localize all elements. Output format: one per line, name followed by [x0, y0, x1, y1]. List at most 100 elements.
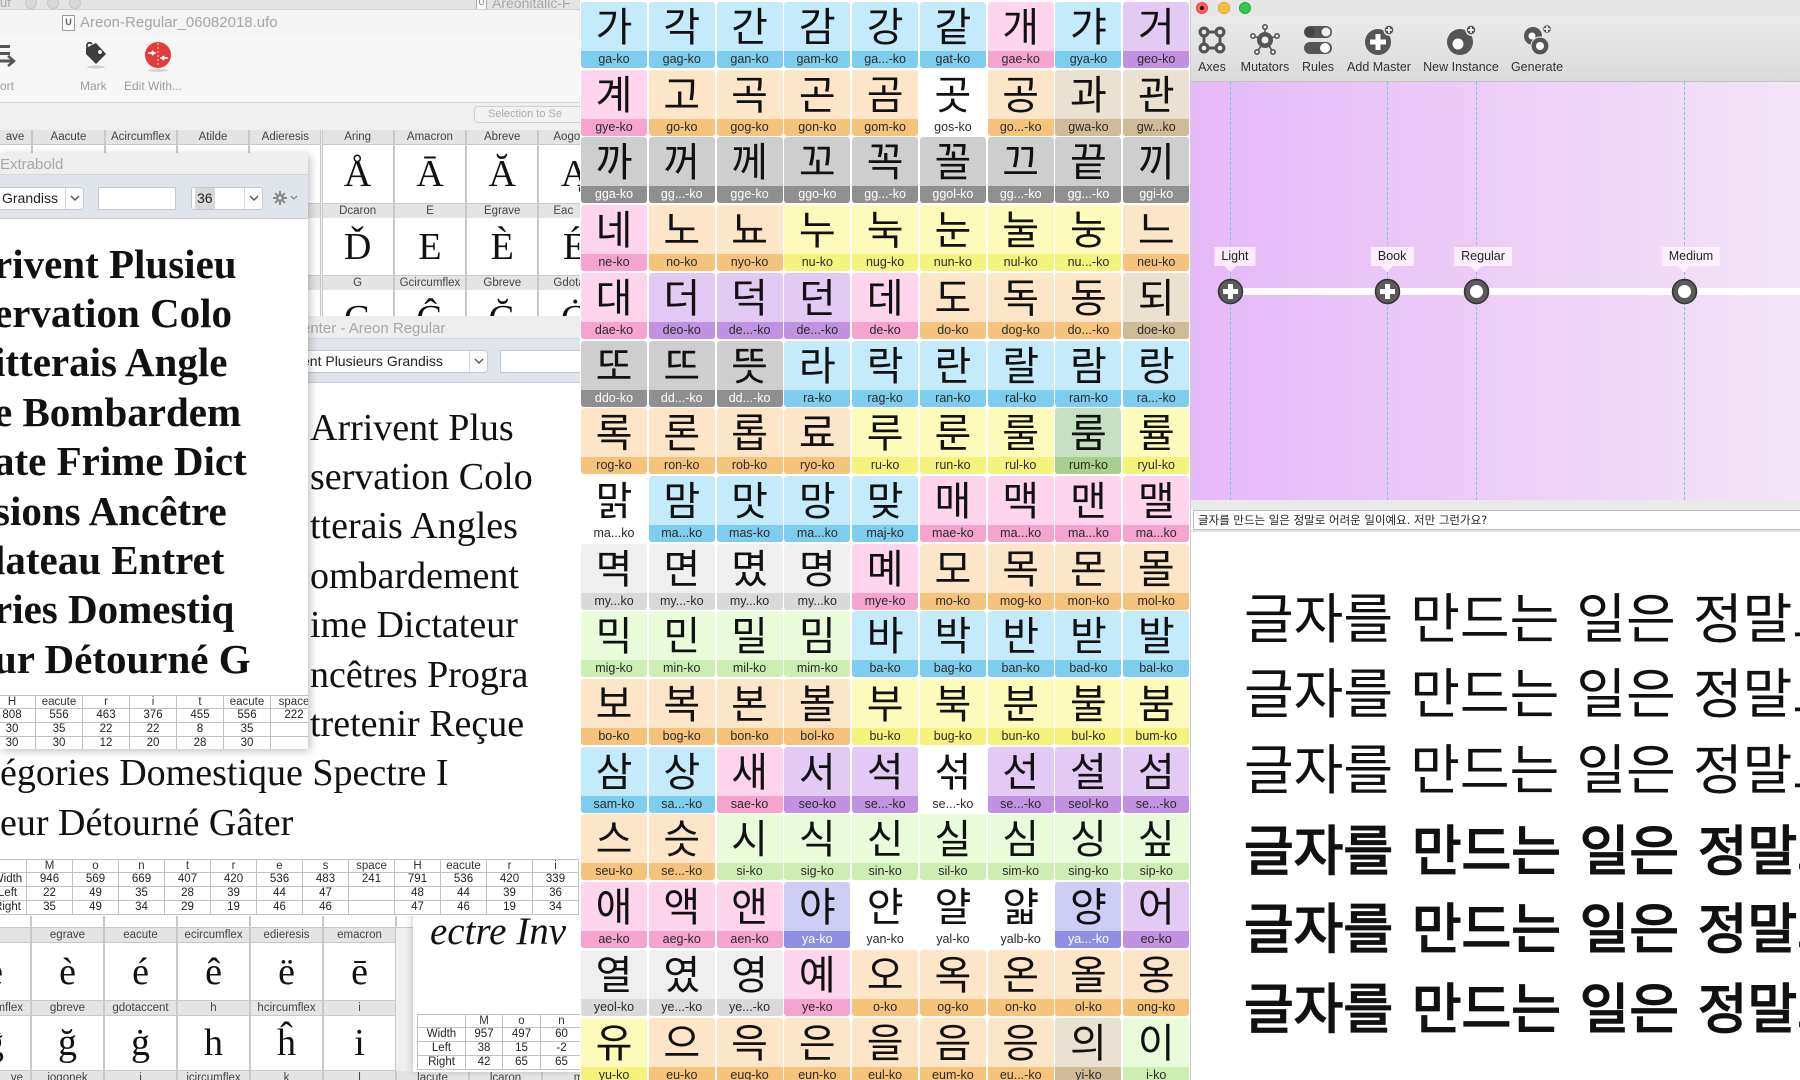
- glyph-cell[interactable]: [250, 916, 323, 928]
- glyph-cell[interactable]: 심 sim-ko: [987, 814, 1054, 881]
- metrics-left-value[interactable]: 49: [72, 886, 119, 901]
- metrics-left-value[interactable]: -2: [540, 1041, 580, 1056]
- glyph-cell[interactable]: 몌 mye-ko: [852, 543, 919, 610]
- glyph-cell[interactable]: 을 eul-ko: [852, 1017, 919, 1080]
- metrics-glyph-name[interactable]: i: [129, 695, 177, 709]
- glyph-cell[interactable]: 맥 ma...ko: [987, 475, 1054, 542]
- metrics-glyph-name[interactable]: t: [176, 695, 224, 709]
- point-size-combobox[interactable]: 36: [191, 187, 263, 210]
- glyph-cell[interactable]: h: [177, 1016, 250, 1071]
- glyph-cell[interactable]: 각 gag-ko: [648, 2, 715, 68]
- glyph-cell[interactable]: 몬 mon-ko: [1055, 543, 1122, 610]
- metrics-left-value[interactable]: 47: [302, 886, 349, 901]
- glyph-cell[interactable]: 믹 mig-ko: [581, 611, 647, 678]
- glyph-cell[interactable]: 바 ba-ko: [852, 611, 919, 678]
- glyph-cell[interactable]: 목 mog-ko: [987, 543, 1054, 610]
- glyph-cell[interactable]: 되 doe-ko: [1123, 272, 1190, 339]
- master-ring-icon[interactable]: [1671, 278, 1698, 305]
- glyph-cell[interactable]: 맛 mas-ko: [716, 475, 783, 542]
- metrics-left-value[interactable]: 35: [223, 722, 271, 737]
- metrics-glyph-name[interactable]: r: [210, 859, 257, 873]
- glyph-cell[interactable]: 꼴 ggol-ko: [919, 137, 986, 204]
- glyph-cell[interactable]: 공 go...-ko: [987, 69, 1054, 136]
- glyph-cell[interactable]: [323, 916, 396, 928]
- glyph-cell[interactable]: 멱 my...ko: [581, 543, 647, 610]
- metrics-right-value[interactable]: 30: [223, 736, 271, 749]
- glyph-cell[interactable]: 모 mo-ko: [919, 543, 986, 610]
- glyph-cell[interactable]: 새 sae-ko: [716, 746, 783, 813]
- zoom-button[interactable]: [1239, 2, 1251, 14]
- glyph-cell[interactable]: 예 ye-ko: [784, 949, 851, 1016]
- metrics-glyph-name[interactable]: eacute: [223, 695, 271, 709]
- glyph-cell[interactable]: 열 yeol-ko: [581, 949, 647, 1016]
- glyph-cell[interactable]: 데 de-ko: [852, 272, 919, 339]
- metrics-glyph-name[interactable]: s: [302, 859, 349, 873]
- glyph-cell[interactable]: Ă: [466, 145, 539, 204]
- text-input[interactable]: [500, 350, 580, 373]
- metrics-right-value[interactable]: 30: [0, 736, 36, 749]
- glyph-cell[interactable]: 애 ae-ko: [581, 882, 647, 949]
- metrics-left-value[interactable]: 35: [118, 886, 165, 901]
- metrics-right-value[interactable]: 12: [82, 736, 130, 749]
- glyph-cell[interactable]: Ā: [393, 145, 467, 204]
- glyph-cell[interactable]: 액 aeg-ko: [648, 882, 715, 949]
- glyph-cell[interactable]: 꺼 gg...-ko: [648, 137, 715, 204]
- glyph-cell[interactable]: 고 go-ko: [648, 69, 715, 136]
- metrics-right-value[interactable]: 42: [465, 1055, 503, 1070]
- metrics-glyph-name[interactable]: r: [82, 695, 130, 709]
- metrics-glyph-name[interactable]: i: [532, 859, 579, 873]
- glyph-cell[interactable]: [0, 916, 31, 928]
- metrics-left-value[interactable]: 38: [465, 1041, 503, 1056]
- glyph-cell[interactable]: 롭 rob-ko: [716, 408, 783, 475]
- glyph-cell[interactable]: 섬 se...-ko: [1123, 746, 1190, 813]
- glyph-cell[interactable]: 곰 gom-ko: [852, 69, 919, 136]
- metrics-width-value[interactable]: 407: [164, 872, 211, 887]
- glyph-cell[interactable]: 싶 sip-ko: [1123, 814, 1190, 881]
- glyph-cell[interactable]: 반 ban-ko: [987, 611, 1054, 678]
- metrics-width-value[interactable]: 455: [176, 708, 224, 723]
- glyph-cell[interactable]: 눌 nul-ko: [987, 205, 1054, 272]
- glyph-cell[interactable]: 같 gat-ko: [919, 2, 986, 68]
- minimize-button[interactable]: [1218, 2, 1230, 14]
- glyph-cell[interactable]: 간 gan-ko: [716, 2, 783, 68]
- glyph-cell[interactable]: 실 sil-ko: [919, 814, 986, 881]
- glyph-cell[interactable]: 선 se...-ko: [987, 746, 1054, 813]
- metrics-width-value[interactable]: 808: [0, 708, 36, 723]
- glyph-cell[interactable]: 또 ddo-ko: [581, 340, 647, 407]
- new-instance-button[interactable]: New Instance: [1419, 22, 1503, 80]
- glyph-cell[interactable]: É: [538, 218, 580, 276]
- metrics-width-value[interactable]: 60: [540, 1027, 580, 1042]
- glyph-cell[interactable]: 네 ne-ko: [581, 205, 647, 272]
- metrics-left-value[interactable]: 44: [256, 886, 303, 901]
- glyph-cell[interactable]: 눙 nu...-ko: [1055, 205, 1122, 272]
- glyph-cell[interactable]: 몄 my...ko: [716, 543, 783, 610]
- glyph-cell[interactable]: ë: [250, 943, 323, 1001]
- metrics-left-value[interactable]: [270, 722, 308, 737]
- generate-button[interactable]: Generate: [1495, 22, 1579, 80]
- metrics-glyph-name[interactable]: eacute: [440, 859, 487, 873]
- metrics-width-value[interactable]: 791: [394, 872, 441, 887]
- glyph-cell[interactable]: 동 do...-ko: [1055, 272, 1122, 339]
- glyph-cell[interactable]: 곤 gon-ko: [784, 69, 851, 136]
- glyph-cell[interactable]: 더 deo-ko: [648, 272, 715, 339]
- master-label[interactable]: Book: [1370, 247, 1414, 272]
- glyph-cell[interactable]: 시 si-ko: [716, 814, 783, 881]
- sample-text-dropdown[interactable]: ent Plusieurs Grandiss: [298, 350, 488, 373]
- glyph-cell[interactable]: 끄 gg...-ko: [987, 137, 1054, 204]
- glyph-cell[interactable]: 덕 de...-ko: [716, 272, 783, 339]
- glyph-cell[interactable]: 밀 mil-ko: [716, 611, 783, 678]
- glyph-cell[interactable]: 응 eu...-ko: [987, 1017, 1054, 1080]
- glyph-cell[interactable]: 까 gga-ko: [581, 137, 647, 204]
- metrics-width-value[interactable]: 241: [348, 872, 395, 887]
- glyph-cell[interactable]: 앤 aen-ko: [716, 882, 783, 949]
- glyph-cell[interactable]: 감 gam-ko: [784, 2, 851, 68]
- metrics-left-value[interactable]: [348, 886, 395, 901]
- glyph-cell[interactable]: Ğ: [466, 290, 539, 316]
- glyph-cell[interactable]: 몰 mol-ko: [1123, 543, 1190, 610]
- metrics-width-value[interactable]: 339: [532, 872, 579, 887]
- glyph-cell[interactable]: 부 bu-ko: [852, 679, 919, 745]
- glyph-cell[interactable]: [31, 916, 104, 928]
- glyph-cell[interactable]: 윽 eug-ko: [716, 1017, 783, 1080]
- metrics-left-value[interactable]: 48: [394, 886, 441, 901]
- glyph-cell[interactable]: 옹 ong-ko: [1123, 949, 1190, 1016]
